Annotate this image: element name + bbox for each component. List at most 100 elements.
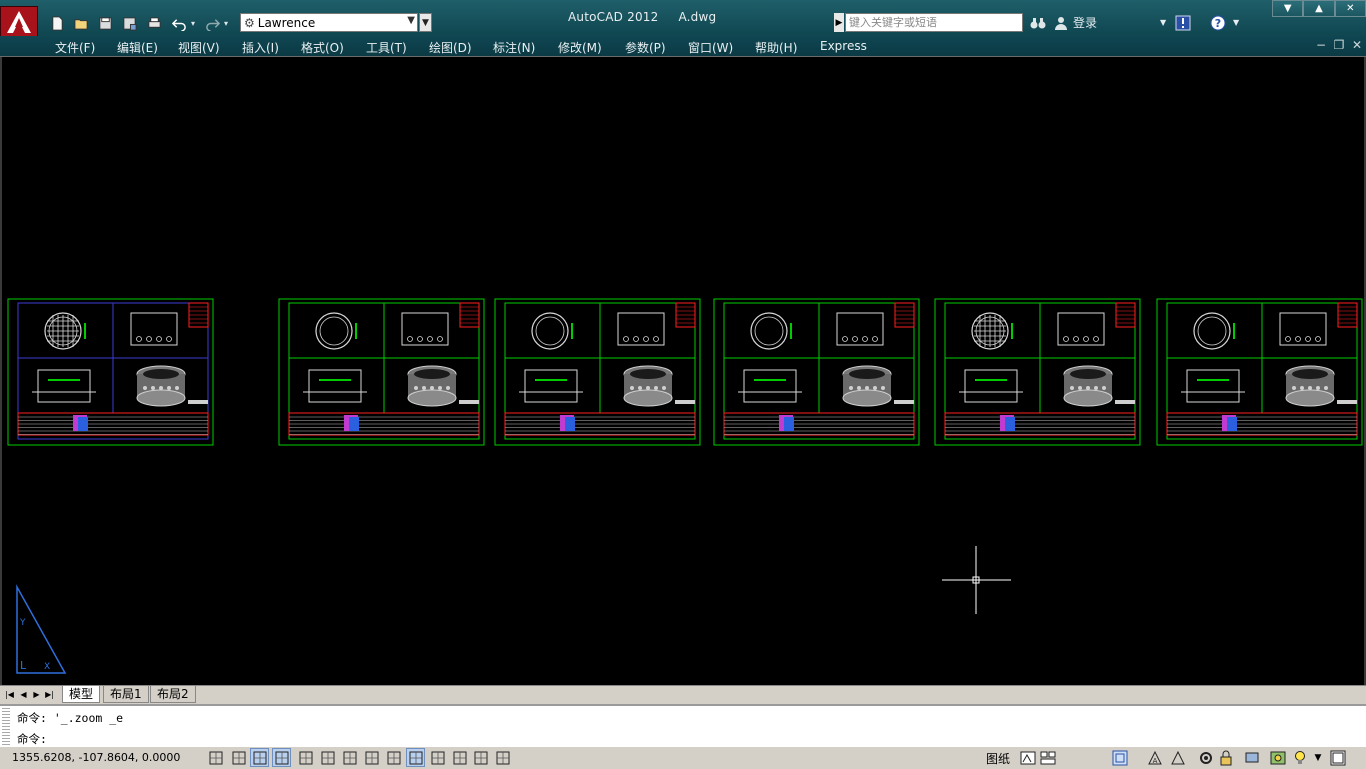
help-icon[interactable]: ? xyxy=(1210,13,1226,32)
drawing-canvas[interactable]: L Y X xyxy=(0,57,1366,685)
customize-quick-access-button[interactable]: ▼ xyxy=(419,13,432,32)
command-history: 命令: '_.zoom _e xyxy=(17,711,124,725)
menu-window[interactable]: 窗口(W) xyxy=(688,39,733,56)
workspace-name: Lawrence xyxy=(257,15,316,30)
crosshair-cursor xyxy=(942,546,1011,614)
workspace-selector[interactable]: ⚙ Lawrence ▼ xyxy=(240,13,418,32)
window-title: AutoCAD 2012 A.dwg xyxy=(568,10,732,24)
tab-model[interactable]: 模型 xyxy=(62,686,101,703)
first-tab-icon[interactable]: |◀ xyxy=(4,687,15,701)
menu-edit[interactable]: 编辑(E) xyxy=(117,39,158,56)
redo-icon[interactable] xyxy=(203,14,221,32)
prev-tab-icon[interactable]: ◀ xyxy=(18,687,29,701)
window-controls: ▼ ▲ ✕ xyxy=(1272,0,1366,18)
selection-cycling-icon[interactable] xyxy=(493,748,512,767)
tab-layout2[interactable]: 布局2 xyxy=(150,686,196,703)
title-bar: ▾ ▾ ⚙ Lawrence ▼ ▼ AutoCAD 2012 A.dwg ▶ … xyxy=(0,0,1366,38)
osnap-icon[interactable] xyxy=(318,748,337,767)
lock-icon[interactable] xyxy=(1216,748,1235,767)
snap-icon[interactable] xyxy=(229,748,248,767)
last-tab-icon[interactable]: ▶| xyxy=(44,687,55,701)
menu-express[interactable]: Express xyxy=(820,39,867,53)
svg-text:L: L xyxy=(20,659,27,672)
grid-icon[interactable] xyxy=(250,748,269,767)
close-button[interactable]: ✕ xyxy=(1334,0,1366,17)
menu-dimension[interactable]: 标注(N) xyxy=(493,39,535,56)
save-icon[interactable] xyxy=(96,14,114,32)
svg-text:X: X xyxy=(44,662,50,672)
undo-icon[interactable] xyxy=(170,14,188,32)
lineweight-icon[interactable] xyxy=(428,748,447,767)
isolate-objects-icon[interactable] xyxy=(1268,748,1287,767)
login-dropdown-icon[interactable]: ▼ xyxy=(1160,13,1166,32)
doc-restore-button[interactable]: ❐ xyxy=(1332,38,1346,52)
menu-help[interactable]: 帮助(H) xyxy=(755,39,797,56)
ducs-icon[interactable] xyxy=(384,748,403,767)
annotation-visibility-icon[interactable] xyxy=(1168,748,1187,767)
hardware-acceleration-icon[interactable] xyxy=(1242,748,1261,767)
coordinate-readout[interactable]: 1355.6208, -107.8604, 0.0000 xyxy=(12,751,180,764)
menu-draw[interactable]: 绘图(D) xyxy=(429,39,472,56)
menu-insert[interactable]: 插入(I) xyxy=(242,39,279,56)
document-window-controls: − ❐ ✕ xyxy=(1314,38,1364,52)
application-menu-button[interactable] xyxy=(0,6,38,38)
login-label[interactable]: 登录 xyxy=(1073,13,1097,32)
tab-layout1[interactable]: 布局1 xyxy=(103,686,149,703)
drawing-sheet xyxy=(713,298,920,446)
menu-tools[interactable]: 工具(T) xyxy=(366,39,407,56)
save-as-icon[interactable] xyxy=(120,14,138,32)
command-window[interactable]: 命令: '_.zoom _e 命令: xyxy=(0,704,1366,748)
lightbulb-icon[interactable] xyxy=(1290,748,1309,767)
document-name: A.dwg xyxy=(678,10,717,24)
svg-text:A: A xyxy=(1152,757,1157,765)
svg-text:Y: Y xyxy=(19,618,26,628)
new-icon[interactable] xyxy=(48,14,66,32)
binoculars-icon[interactable] xyxy=(1030,13,1046,32)
search-expand-button[interactable]: ▶ xyxy=(834,13,844,32)
menu-file[interactable]: 文件(F) xyxy=(55,39,95,56)
minimize-button[interactable]: ▼ xyxy=(1272,0,1304,17)
drawing-sheet xyxy=(1156,298,1363,446)
quick-properties-icon[interactable] xyxy=(471,748,490,767)
quick-view-layouts-icon[interactable] xyxy=(1038,748,1057,767)
autocad-logo-icon xyxy=(7,11,31,33)
menu-modify[interactable]: 修改(M) xyxy=(558,39,602,56)
help-dropdown-icon[interactable]: ▼ xyxy=(1233,13,1239,32)
layout-tab-bar: |◀ ◀ ▶ ▶| 模型 布局1 布局2 xyxy=(0,685,1366,704)
drawing-sheet xyxy=(278,298,485,446)
maximize-button[interactable]: ▲ xyxy=(1303,0,1335,17)
undo-dropdown-icon[interactable]: ▾ xyxy=(188,14,198,32)
workspace-switching-icon[interactable] xyxy=(1196,748,1215,767)
model-space-drawing: L Y X xyxy=(7,298,1363,674)
paper-space-label[interactable]: 图纸 xyxy=(986,750,1010,767)
maximize-viewport-icon[interactable] xyxy=(1110,748,1129,767)
chevron-down-icon: ▼ xyxy=(407,15,415,26)
polar-icon[interactable] xyxy=(296,748,315,767)
menu-view[interactable]: 视图(V) xyxy=(178,39,220,56)
doc-minimize-button[interactable]: − xyxy=(1314,38,1328,52)
transparency-icon[interactable] xyxy=(450,748,469,767)
search-input[interactable]: 键入关键字或短语 xyxy=(845,13,1023,32)
plot-icon[interactable] xyxy=(145,14,163,32)
user-icon[interactable] xyxy=(1054,13,1068,32)
ortho-icon[interactable] xyxy=(272,748,291,767)
clean-screen-icon[interactable] xyxy=(1328,748,1347,767)
open-icon[interactable] xyxy=(72,14,90,32)
next-tab-icon[interactable]: ▶ xyxy=(31,687,42,701)
infer-constraints-icon[interactable] xyxy=(206,748,225,767)
annotation-scale-icon[interactable]: A xyxy=(1145,748,1164,767)
exchange-icon[interactable] xyxy=(1175,13,1191,32)
command-window-grip[interactable] xyxy=(2,708,10,746)
command-prompt[interactable]: 命令: xyxy=(17,731,47,747)
drawing-sheet xyxy=(494,298,701,446)
layout-view-icon[interactable] xyxy=(1018,748,1037,767)
doc-close-button[interactable]: ✕ xyxy=(1350,38,1364,52)
status-menu-icon[interactable]: ▼ xyxy=(1313,748,1323,767)
3d-osnap-icon[interactable] xyxy=(340,748,359,767)
otrack-icon[interactable] xyxy=(362,748,381,767)
app-name: AutoCAD 2012 xyxy=(568,10,659,24)
dyn-icon[interactable] xyxy=(406,748,425,767)
menu-format[interactable]: 格式(O) xyxy=(301,39,344,56)
menu-parametric[interactable]: 参数(P) xyxy=(625,39,666,56)
redo-dropdown-icon[interactable]: ▾ xyxy=(221,14,231,32)
